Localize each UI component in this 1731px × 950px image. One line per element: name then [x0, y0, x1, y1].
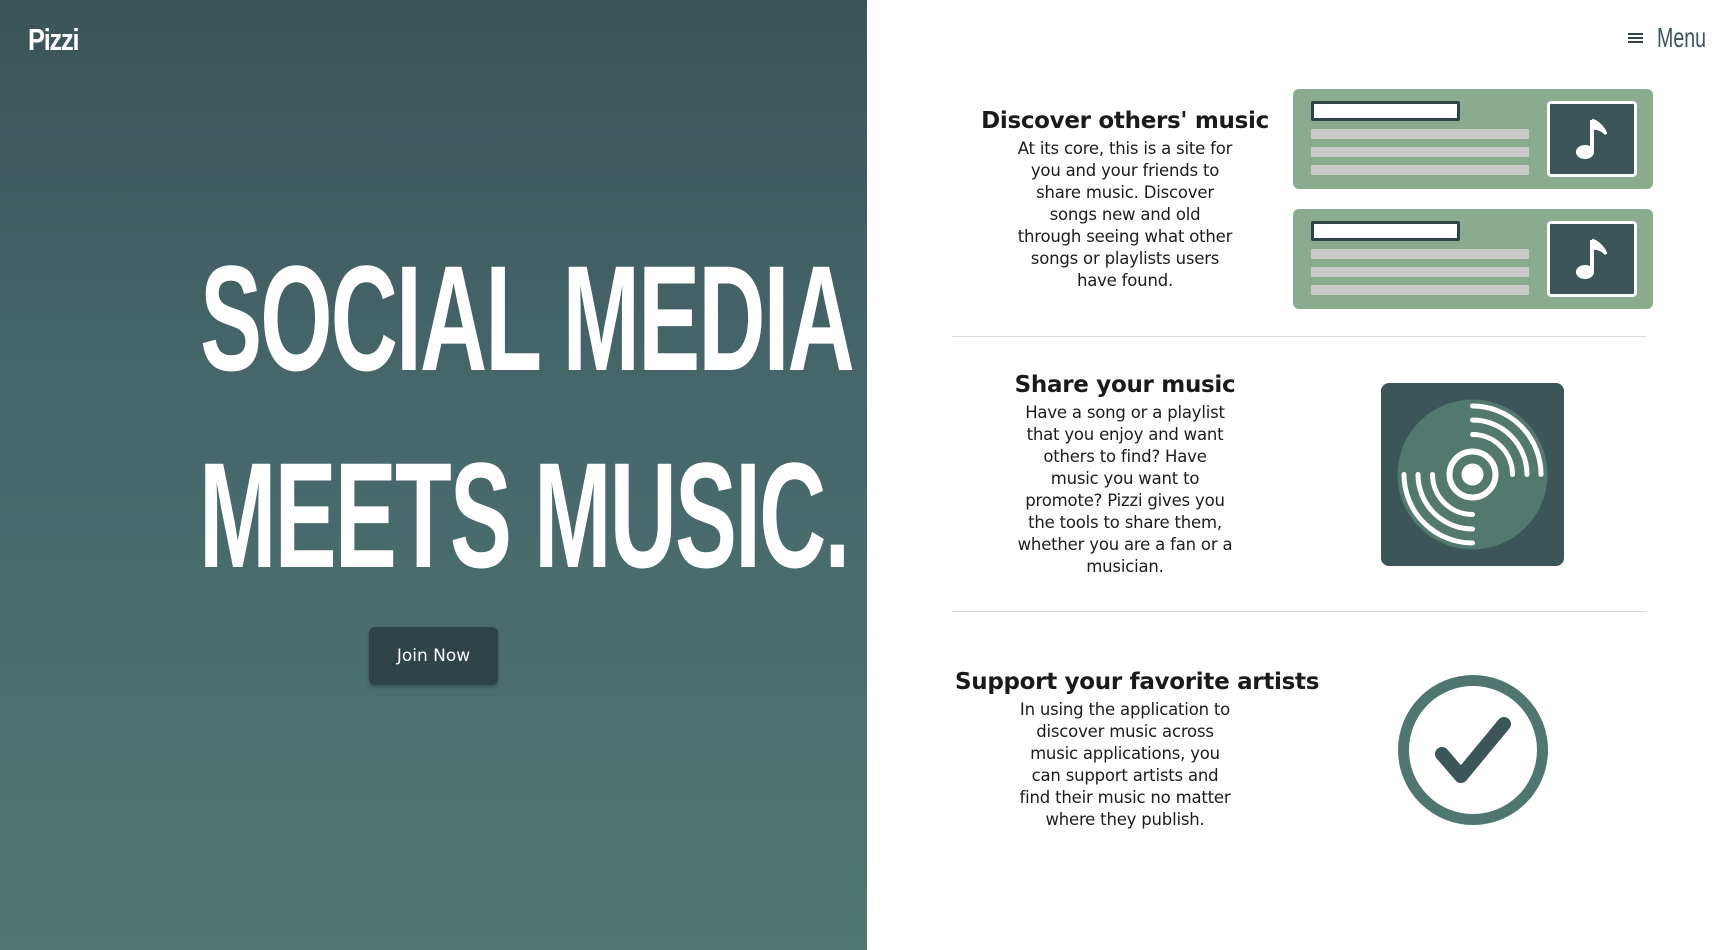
- join-now-button[interactable]: Join Now: [369, 627, 498, 685]
- checkmark-circle-icon: [1398, 675, 1548, 825]
- hero-headline-line1: SOCIAL MEDIA: [200, 234, 855, 402]
- music-note-icon: [1547, 101, 1637, 177]
- feature-description: Have a song or a playlist that you enjoy…: [1017, 403, 1233, 576]
- song-card: [1293, 89, 1653, 189]
- feature-support: Support your favorite artists In using t…: [955, 669, 1320, 831]
- hamburger-icon: [1628, 32, 1643, 44]
- menu-label: Menu: [1657, 22, 1707, 53]
- music-note-icon: [1547, 221, 1637, 297]
- hero-panel: Pizzi SOCIAL MEDIA MEETS MUSIC. Join Now: [0, 0, 867, 950]
- feature-title: Support your favorite artists: [955, 669, 1320, 695]
- feature-description: In using the application to discover mus…: [1019, 700, 1231, 829]
- feature-title: Discover others' music: [981, 108, 1269, 134]
- section-divider: [952, 336, 1646, 337]
- feature-discover: Discover others' music At its core, this…: [955, 108, 1295, 292]
- song-card: [1293, 209, 1653, 309]
- menu-button[interactable]: Menu: [1628, 22, 1707, 54]
- vinyl-disc-icon: [1381, 383, 1564, 566]
- hero-headline-line2: MEETS MUSIC.: [199, 431, 850, 599]
- logo[interactable]: Pizzi: [28, 22, 80, 58]
- feature-share: Share your music Have a song or a playli…: [955, 372, 1295, 578]
- feature-title: Share your music: [1014, 372, 1236, 398]
- section-divider: [952, 611, 1646, 612]
- feature-description: At its core, this is a site for you and …: [1017, 139, 1233, 290]
